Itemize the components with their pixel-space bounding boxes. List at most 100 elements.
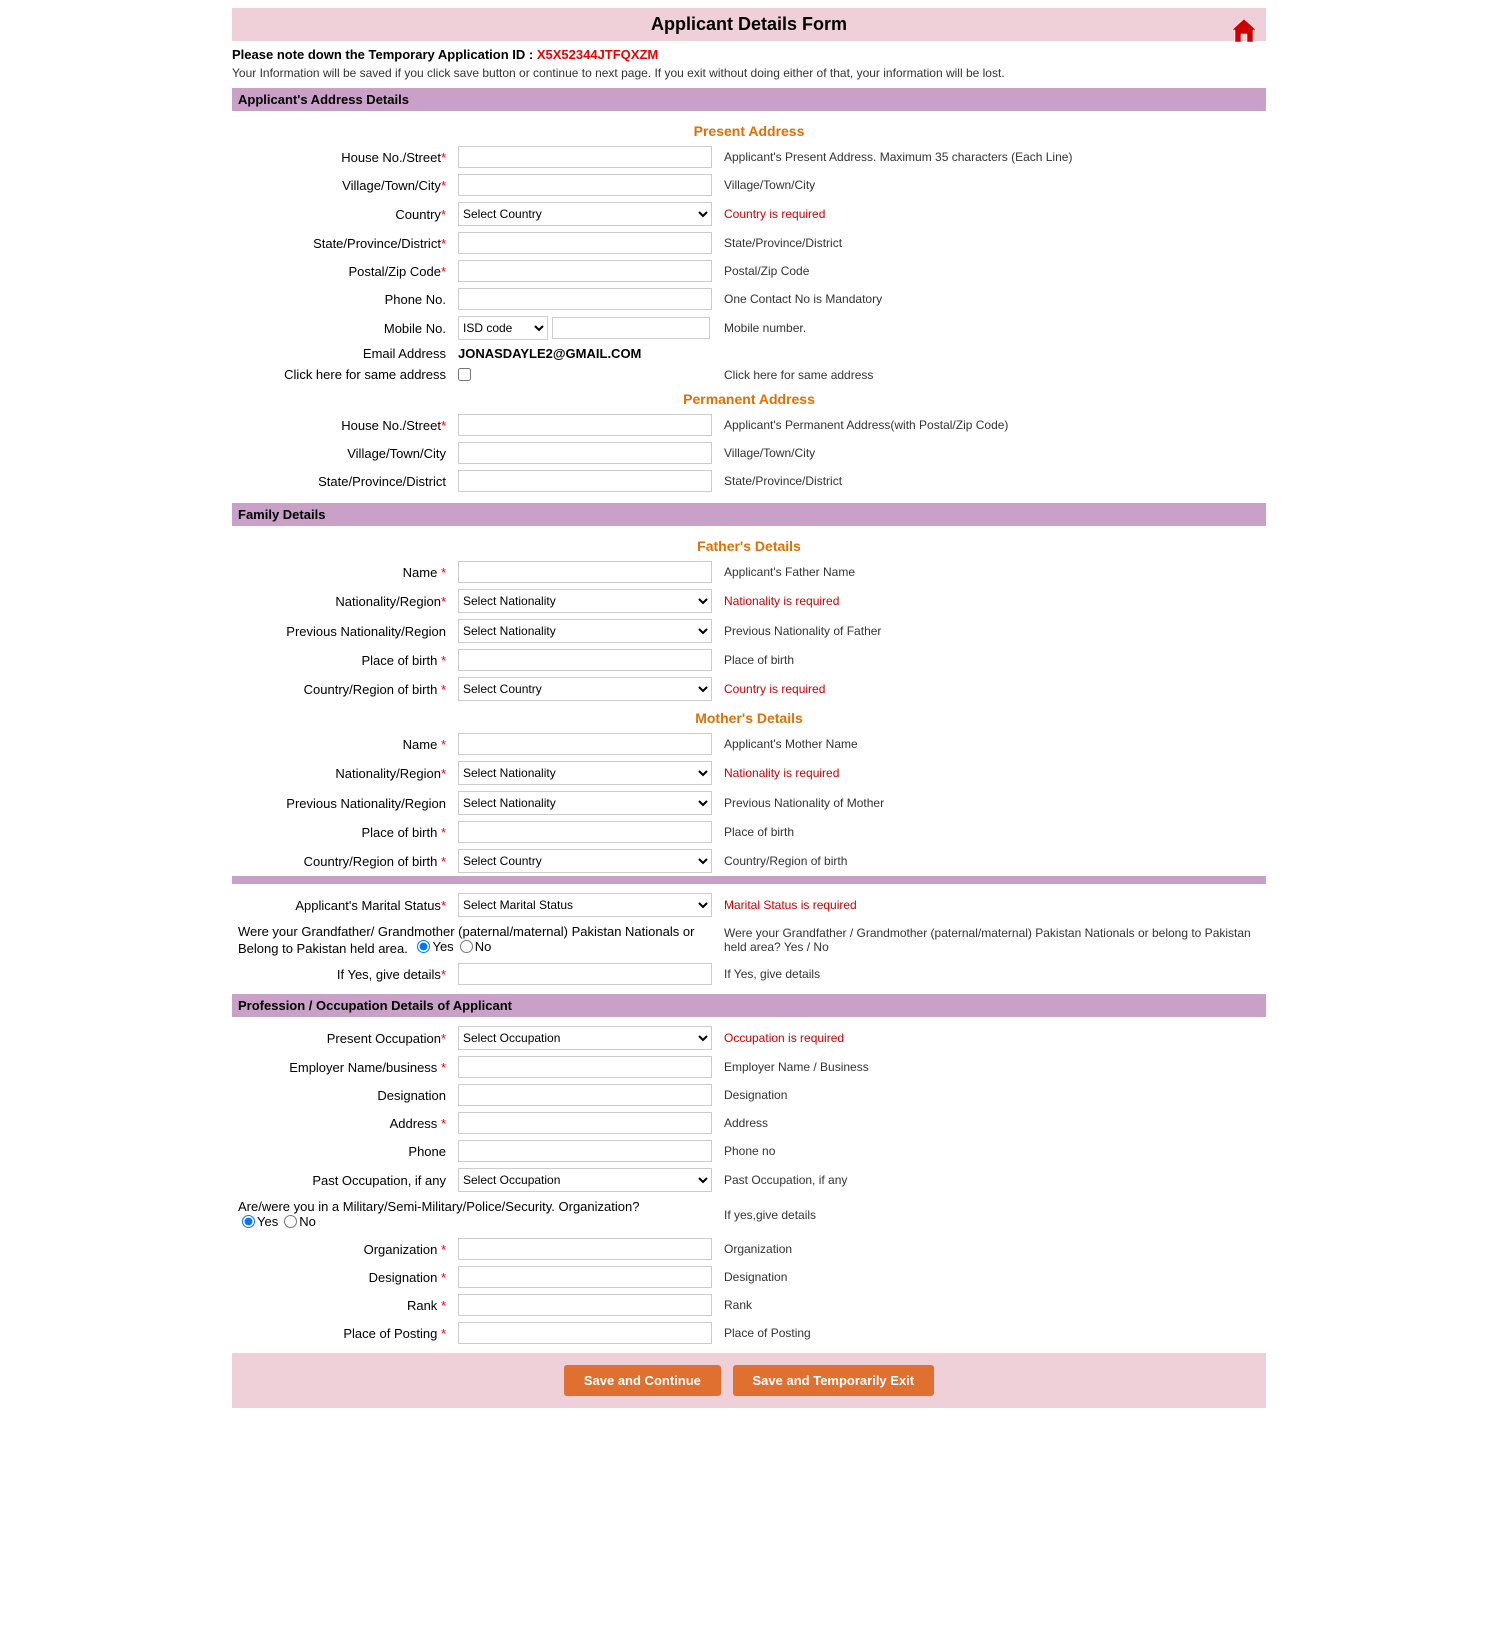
house-street-hint: Applicant's Present Address. Maximum 35 … — [718, 143, 1266, 171]
state-label: State/Province/District* — [232, 229, 452, 257]
section-profession: Profession / Occupation Details of Appli… — [232, 994, 1266, 1017]
if-yes-input[interactable] — [458, 963, 712, 985]
father-prev-nationality-select[interactable]: Select Nationality — [458, 619, 712, 643]
perm-house-hint: Applicant's Permanent Address(with Posta… — [718, 411, 1266, 439]
mother-pob-input[interactable] — [458, 821, 712, 843]
house-street-label: House No./Street* — [232, 143, 452, 171]
perm-house-input[interactable] — [458, 414, 712, 436]
grandparents-yes-radio[interactable] — [417, 940, 430, 953]
military-no-radio[interactable] — [284, 1215, 297, 1228]
save-exit-button[interactable]: Save and Temporarily Exit — [733, 1365, 935, 1396]
save-continue-button[interactable]: Save and Continue — [564, 1365, 721, 1396]
employer-input[interactable] — [458, 1056, 712, 1078]
father-nationality-hint: Nationality is required — [718, 586, 1266, 616]
father-country-select[interactable]: Select Country — [458, 677, 712, 701]
desig2-label: Designation * — [232, 1263, 452, 1291]
same-address-checkbox[interactable] — [458, 368, 471, 381]
present-occupation-select[interactable]: Select Occupation — [458, 1026, 712, 1050]
mother-nationality-select[interactable]: Select Nationality — [458, 761, 712, 785]
state-hint: State/Province/District — [718, 229, 1266, 257]
designation-input[interactable] — [458, 1084, 712, 1106]
employer-hint: Employer Name / Business — [718, 1053, 1266, 1081]
mobile-label: Mobile No. — [232, 313, 452, 343]
father-name-input[interactable] — [458, 561, 712, 583]
perm-state-hint: State/Province/District — [718, 467, 1266, 495]
country-label: Country* — [232, 199, 452, 229]
address-input[interactable] — [458, 1112, 712, 1134]
father-pob-label: Place of birth * — [232, 646, 452, 674]
email-value: JONASDAYLE2@GMAIL.COM — [458, 346, 641, 361]
org-hint: Organization — [718, 1235, 1266, 1263]
temp-id-value: X5X52344JTFQXZM — [537, 47, 658, 62]
mother-name-input[interactable] — [458, 733, 712, 755]
past-occupation-select[interactable]: Select Occupation — [458, 1168, 712, 1192]
past-occupation-hint: Past Occupation, if any — [718, 1165, 1266, 1195]
address-hint: Address — [718, 1109, 1266, 1137]
perm-state-input[interactable] — [458, 470, 712, 492]
grandparents-no-radio[interactable] — [460, 940, 473, 953]
if-yes-label: If Yes, give details* — [232, 960, 452, 988]
postal-label: Postal/Zip Code* — [232, 257, 452, 285]
org-label: Organization * — [232, 1235, 452, 1263]
house-street-input[interactable] — [458, 146, 712, 168]
mother-country-hint: Country/Region of birth — [718, 846, 1266, 876]
phone-input[interactable] — [458, 288, 712, 310]
father-nationality-select[interactable]: Select Nationality — [458, 589, 712, 613]
military-hint: If yes,give details — [718, 1195, 1266, 1235]
military-yes-radio[interactable] — [242, 1215, 255, 1228]
org-input[interactable] — [458, 1238, 712, 1260]
state-input[interactable] — [458, 232, 712, 254]
father-pob-input[interactable] — [458, 649, 712, 671]
designation-hint: Designation — [718, 1081, 1266, 1109]
grandparents-hint: Were your Grandfather / Grandmother (pat… — [718, 920, 1266, 960]
perm-house-label: House No./Street* — [232, 411, 452, 439]
rank-input[interactable] — [458, 1294, 712, 1316]
village-label: Village/Town/City* — [232, 171, 452, 199]
section-family: Family Details — [232, 503, 1266, 526]
footer-buttons: Save and Continue Save and Temporarily E… — [232, 1353, 1266, 1408]
phone-label: Phone No. — [232, 285, 452, 313]
father-country-label: Country/Region of birth * — [232, 674, 452, 704]
mother-country-select[interactable]: Select Country — [458, 849, 712, 873]
mobile-hint: Mobile number. — [718, 313, 1266, 343]
father-pob-hint: Place of birth — [718, 646, 1266, 674]
rank-hint: Rank — [718, 1291, 1266, 1319]
father-name-hint: Applicant's Father Name — [718, 558, 1266, 586]
perm-village-input[interactable] — [458, 442, 712, 464]
military-label: Are/were you in a Military/Semi-Military… — [238, 1199, 639, 1214]
mother-name-label: Name * — [232, 730, 452, 758]
home-icon[interactable] — [1230, 16, 1258, 44]
father-name-label: Name * — [232, 558, 452, 586]
perm-village-label: Village/Town/City — [232, 439, 452, 467]
prof-phone-hint: Phone no — [718, 1137, 1266, 1165]
phone-hint: One Contact No is Mandatory — [718, 285, 1266, 313]
rank-label: Rank * — [232, 1291, 452, 1319]
same-address-hint: Click here for same address — [718, 364, 1266, 385]
employer-label: Employer Name/business * — [232, 1053, 452, 1081]
village-input[interactable] — [458, 174, 712, 196]
marital-status-select[interactable]: Select Marital Status — [458, 893, 712, 917]
posting-input[interactable] — [458, 1322, 712, 1344]
village-hint: Village/Town/City — [718, 171, 1266, 199]
mother-prev-nationality-select[interactable]: Select Nationality — [458, 791, 712, 815]
prof-phone-input[interactable] — [458, 1140, 712, 1162]
prof-phone-label: Phone — [232, 1137, 452, 1165]
marital-status-hint: Marital Status is required — [718, 890, 1266, 920]
sub-header-father: Father's Details — [232, 532, 1266, 558]
postal-input[interactable] — [458, 260, 712, 282]
desig2-input[interactable] — [458, 1266, 712, 1288]
mother-country-label: Country/Region of birth * — [232, 846, 452, 876]
postal-hint: Postal/Zip Code — [718, 257, 1266, 285]
if-yes-hint: If Yes, give details — [718, 960, 1266, 988]
mother-name-hint: Applicant's Mother Name — [718, 730, 1266, 758]
isd-code-select[interactable]: ISD code — [458, 316, 548, 340]
father-nationality-label: Nationality/Region* — [232, 586, 452, 616]
desig2-hint: Designation — [718, 1263, 1266, 1291]
sub-header-permanent: Permanent Address — [232, 385, 1266, 411]
country-hint: Country is required — [718, 199, 1266, 229]
mother-pob-hint: Place of birth — [718, 818, 1266, 846]
email-label: Email Address — [232, 343, 452, 364]
marital-status-label: Applicant's Marital Status* — [232, 890, 452, 920]
country-select[interactable]: Select Country — [458, 202, 712, 226]
mobile-input[interactable] — [552, 317, 710, 339]
